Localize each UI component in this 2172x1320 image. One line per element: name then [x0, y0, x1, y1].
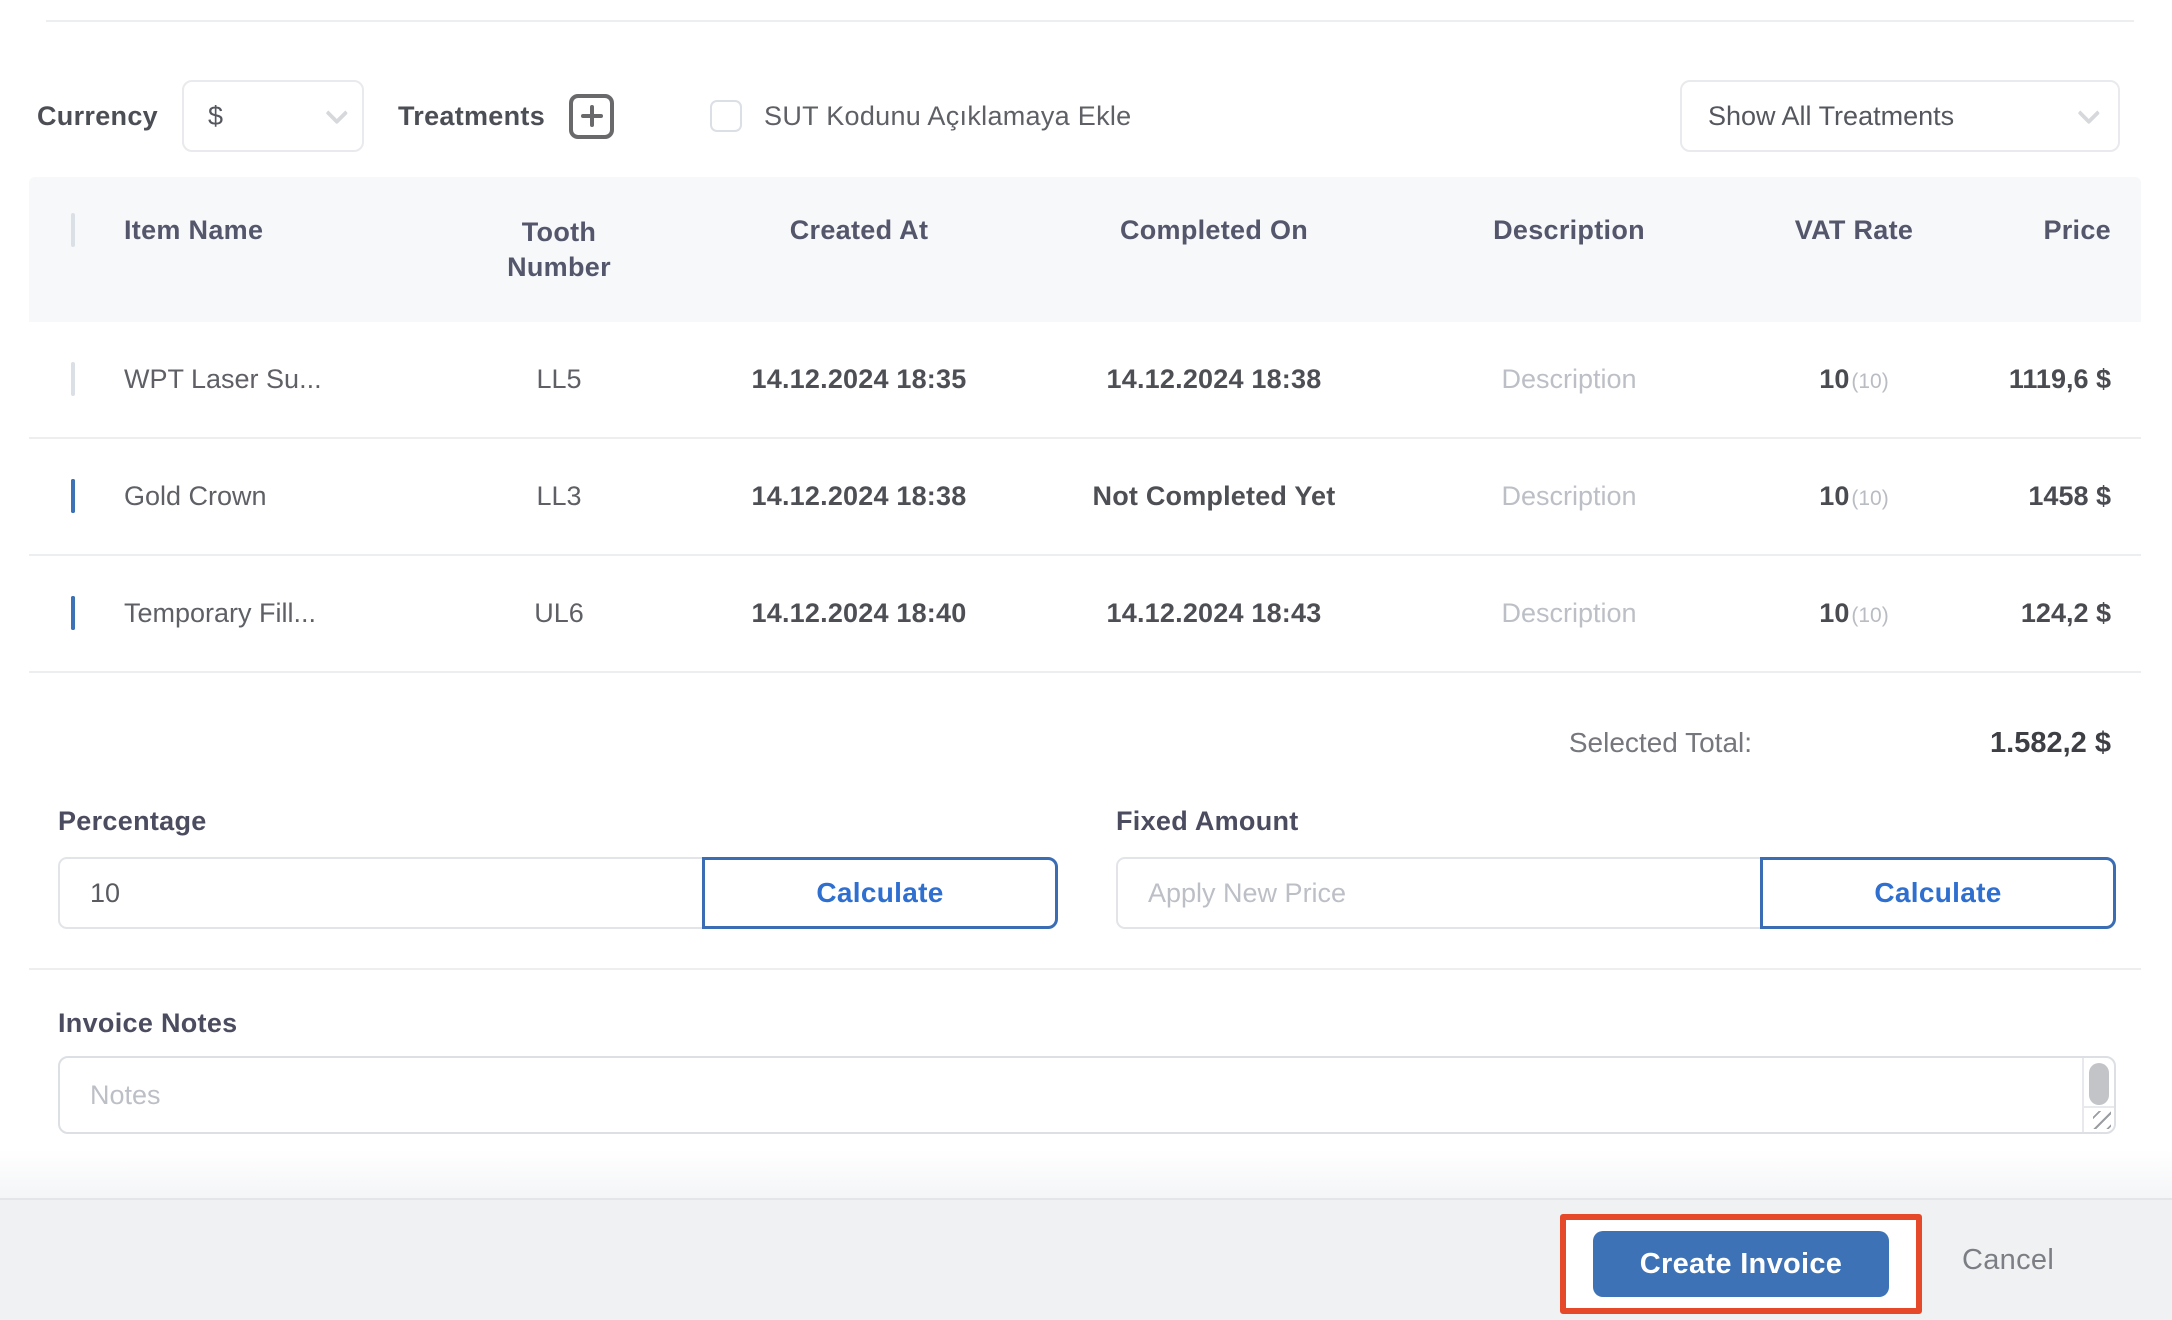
item-name-cell: Gold Crown	[124, 481, 267, 511]
completed-on-cell: Not Completed Yet	[1092, 481, 1336, 511]
price-cell: 124,2 $	[2020, 598, 2111, 628]
price-adjustments: Percentage Calculate Fixed Amount Calcul…	[58, 806, 2116, 929]
created-at-cell: 14.12.2024 18:35	[751, 364, 967, 394]
price-cell: 1458 $	[2028, 481, 2111, 511]
notes-scrollbar-thumb[interactable]	[2089, 1063, 2109, 1105]
header-completed-on: Completed On	[1119, 215, 1309, 245]
fixed-amount-input[interactable]	[1116, 857, 1760, 929]
select-all-checkbox[interactable]	[71, 213, 75, 247]
tooth-number-cell: LL3	[536, 481, 582, 511]
table-row: Gold Crown LL3 14.12.2024 18:38 Not Comp…	[29, 439, 2141, 556]
annotation-highlight: Create Invoice	[1560, 1214, 1922, 1314]
row-checkbox[interactable]	[71, 596, 75, 630]
table-header-row: Item Name Tooth Number Created At Comple…	[29, 177, 2141, 322]
invoice-notes-field	[58, 1056, 2116, 1134]
currency-select-value: $	[207, 100, 223, 131]
footer-fade	[0, 1150, 2172, 1198]
table-row: WPT Laser Su... LL5 14.12.2024 18:35 14.…	[29, 322, 2141, 439]
top-divider	[46, 20, 2134, 22]
fixed-amount-calculate-button[interactable]: Calculate	[1760, 857, 2116, 929]
vat-rate-cell: 10(10)	[1819, 364, 1889, 394]
selected-total-label: Selected Total:	[1568, 727, 1753, 758]
item-name-cell: WPT Laser Su...	[124, 364, 322, 394]
header-vat-rate: VAT Rate	[1794, 215, 1914, 245]
created-at-cell: 14.12.2024 18:40	[751, 598, 967, 628]
treatments-label: Treatments	[397, 100, 546, 131]
row-checkbox[interactable]	[71, 479, 75, 513]
fixed-amount-label: Fixed Amount	[1116, 806, 1299, 836]
sut-checkbox-row[interactable]: SUT Kodunu Açıklamaya Ekle	[710, 100, 1132, 132]
invoice-notes-textarea[interactable]	[60, 1058, 2082, 1132]
currency-select[interactable]: $	[181, 80, 364, 152]
footer: Create Invoice Cancel	[0, 1198, 2172, 1320]
vat-rate-cell: 10(10)	[1819, 481, 1889, 511]
create-invoice-dialog: Currency $ Treatments SUT Kodunu Açıklam…	[0, 0, 2172, 1320]
treatments-table: Item Name Tooth Number Created At Comple…	[29, 177, 2141, 673]
description-cell[interactable]: Description	[1409, 598, 1729, 629]
tooth-number-cell: LL5	[536, 364, 582, 394]
show-all-treatments-value: Show All Treatments	[1708, 100, 1955, 131]
create-invoice-button[interactable]: Create Invoice	[1593, 1231, 1889, 1297]
header-item-name: Item Name	[124, 215, 264, 245]
item-name-cell: Temporary Fill...	[124, 598, 317, 628]
resize-grip-icon[interactable]	[2082, 1106, 2114, 1132]
notes-scrollbar[interactable]	[2082, 1058, 2114, 1106]
sut-checkbox-label: SUT Kodunu Açıklamaya Ekle	[764, 100, 1132, 131]
description-cell[interactable]: Description	[1409, 364, 1729, 395]
fixed-amount-section: Fixed Amount Calculate	[1116, 806, 2116, 929]
percentage-label: Percentage	[58, 806, 207, 836]
add-treatment-button[interactable]	[569, 93, 615, 139]
percentage-input[interactable]	[58, 857, 702, 929]
toolbar: Currency $ Treatments SUT Kodunu Açıklam…	[37, 80, 2120, 152]
tooth-number-cell: UL6	[534, 598, 584, 628]
header-description: Description	[1493, 215, 1645, 245]
show-all-treatments-select[interactable]: Show All Treatments	[1680, 80, 2120, 152]
description-cell[interactable]: Description	[1409, 481, 1729, 512]
percentage-section: Percentage Calculate	[58, 806, 1058, 929]
sut-checkbox[interactable]	[710, 100, 743, 132]
chevron-down-icon	[2077, 101, 2101, 125]
table-row: Temporary Fill... UL6 14.12.2024 18:40 1…	[29, 556, 2141, 673]
currency-label: Currency	[37, 100, 158, 131]
section-divider	[29, 968, 2141, 970]
header-price: Price	[2043, 215, 2111, 245]
price-cell: 1119,6 $	[2008, 364, 2111, 394]
row-checkbox[interactable]	[71, 362, 75, 396]
selected-total-value: 1.582,2 $	[1990, 726, 2111, 759]
cancel-button[interactable]: Cancel	[1962, 1200, 2054, 1320]
selected-total-row: Selected Total: 1.582,2 $	[29, 721, 2141, 765]
completed-on-cell: 14.12.2024 18:38	[1106, 364, 1322, 394]
chevron-down-icon	[325, 101, 349, 125]
invoice-notes-label: Invoice Notes	[58, 1008, 238, 1038]
created-at-cell: 14.12.2024 18:38	[751, 481, 967, 511]
completed-on-cell: 14.12.2024 18:43	[1106, 598, 1322, 628]
percentage-calculate-button[interactable]: Calculate	[702, 857, 1058, 929]
vat-rate-cell: 10(10)	[1819, 598, 1889, 628]
header-created-at: Created At	[789, 215, 929, 245]
header-tooth-number: Tooth Number	[507, 217, 611, 283]
